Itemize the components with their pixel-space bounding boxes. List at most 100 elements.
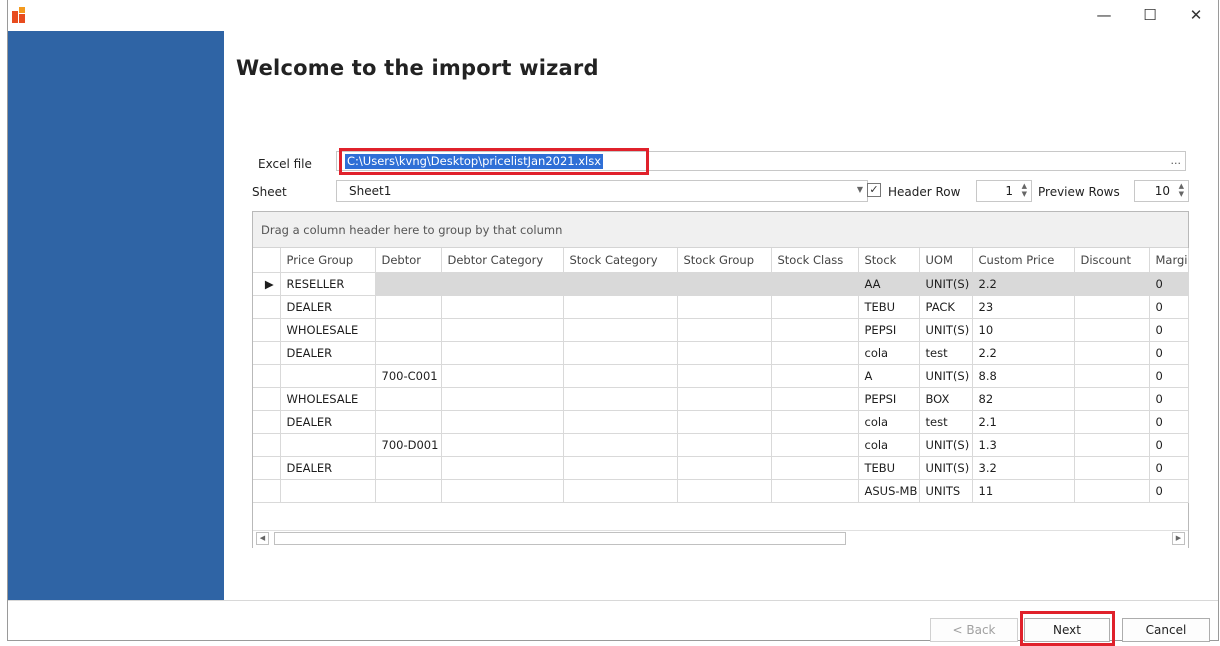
table-cell[interactable] (441, 410, 564, 434)
table-cell[interactable]: PEPSI (858, 387, 920, 411)
table-cell[interactable] (771, 318, 859, 342)
table-cell[interactable] (375, 479, 442, 503)
chevron-down-icon[interactable]: ▼ (857, 185, 863, 194)
table-row[interactable]: DEALER TEBU PACK 23 0 (253, 295, 1189, 319)
table-cell[interactable] (563, 318, 678, 342)
table-cell[interactable] (563, 272, 678, 296)
row-indicator[interactable] (253, 387, 281, 411)
table-cell[interactable] (1074, 479, 1150, 503)
table-cell[interactable] (375, 318, 442, 342)
table-cell[interactable] (441, 318, 564, 342)
table-cell[interactable] (441, 272, 564, 296)
close-icon[interactable]: ✕ (1173, 0, 1219, 31)
table-cell[interactable] (677, 410, 772, 434)
minimize-icon[interactable]: — (1081, 0, 1127, 31)
table-cell[interactable]: DEALER (280, 341, 376, 365)
table-row[interactable]: 700-D001 cola UNIT(S) 1.3 0 (253, 433, 1189, 457)
maximize-icon[interactable]: ☐ (1127, 0, 1173, 31)
table-cell[interactable]: TEBU (858, 295, 920, 319)
header-row-stepper[interactable]: 1 ▲ ▼ (976, 180, 1032, 202)
table-cell[interactable] (563, 456, 678, 480)
table-cell[interactable]: test (919, 410, 973, 434)
table-cell[interactable]: 0 (1149, 433, 1189, 457)
table-cell[interactable] (441, 364, 564, 388)
table-cell[interactable]: 10 (972, 318, 1075, 342)
row-indicator[interactable] (253, 410, 281, 434)
column-header[interactable]: Stock Category (563, 248, 678, 273)
table-row[interactable]: WHOLESALE PEPSI BOX 82 0 (253, 387, 1189, 411)
table-cell[interactable] (563, 479, 678, 503)
table-cell[interactable] (677, 387, 772, 411)
group-by-panel[interactable]: Drag a column header here to group by th… (253, 212, 1188, 248)
table-cell[interactable]: 3.2 (972, 456, 1075, 480)
row-indicator[interactable] (253, 318, 281, 342)
scroll-right-icon[interactable]: ▶ (1172, 532, 1185, 545)
table-cell[interactable]: WHOLESALE (280, 318, 376, 342)
table-cell[interactable]: 0 (1149, 456, 1189, 480)
row-indicator[interactable] (253, 479, 281, 503)
table-cell[interactable]: DEALER (280, 410, 376, 434)
table-cell[interactable]: 0 (1149, 318, 1189, 342)
table-cell[interactable] (771, 456, 859, 480)
table-cell[interactable] (1074, 433, 1150, 457)
table-cell[interactable] (677, 295, 772, 319)
column-header[interactable]: UOM (919, 248, 973, 273)
table-row[interactable]: DEALER cola test 2.2 0 (253, 341, 1189, 365)
table-row[interactable]: 700-C001 A UNIT(S) 8.8 0 (253, 364, 1189, 388)
table-cell[interactable]: 82 (972, 387, 1075, 411)
table-cell[interactable] (771, 272, 859, 296)
table-cell[interactable] (563, 410, 678, 434)
table-cell[interactable]: UNIT(S) (919, 456, 973, 480)
table-cell[interactable] (375, 456, 442, 480)
table-cell[interactable]: 2.2 (972, 341, 1075, 365)
table-cell[interactable]: 0 (1149, 410, 1189, 434)
table-cell[interactable] (1074, 456, 1150, 480)
column-header[interactable]: Stock (858, 248, 920, 273)
table-cell[interactable]: UNIT(S) (919, 272, 973, 296)
table-cell[interactable]: ASUS-MB (858, 479, 920, 503)
table-cell[interactable]: 2.1 (972, 410, 1075, 434)
table-cell[interactable] (441, 387, 564, 411)
table-cell[interactable]: 11 (972, 479, 1075, 503)
table-cell[interactable] (280, 364, 376, 388)
table-cell[interactable]: TEBU (858, 456, 920, 480)
table-cell[interactable]: UNIT(S) (919, 318, 973, 342)
table-cell[interactable]: 2.2 (972, 272, 1075, 296)
table-cell[interactable] (1074, 364, 1150, 388)
table-cell[interactable]: 0 (1149, 272, 1189, 296)
table-cell[interactable] (280, 479, 376, 503)
table-cell[interactable]: 0 (1149, 387, 1189, 411)
header-row-checkbox[interactable]: ✓ (867, 183, 881, 197)
table-cell[interactable]: 700-D001 (375, 433, 442, 457)
table-cell[interactable] (677, 433, 772, 457)
table-cell[interactable]: 0 (1149, 295, 1189, 319)
table-cell[interactable] (1074, 295, 1150, 319)
table-cell[interactable] (375, 295, 442, 319)
table-cell[interactable]: WHOLESALE (280, 387, 376, 411)
back-button[interactable]: < Back (930, 618, 1018, 642)
table-cell[interactable] (677, 479, 772, 503)
table-cell[interactable] (563, 295, 678, 319)
table-cell[interactable]: BOX (919, 387, 973, 411)
table-cell[interactable] (1074, 318, 1150, 342)
table-cell[interactable]: PEPSI (858, 318, 920, 342)
table-row[interactable]: DEALER TEBU UNIT(S) 3.2 0 (253, 456, 1189, 480)
scrollbar-thumb[interactable] (274, 532, 846, 545)
table-cell[interactable] (771, 295, 859, 319)
table-cell[interactable]: UNITS (919, 479, 973, 503)
table-cell[interactable]: 0 (1149, 341, 1189, 365)
table-cell[interactable] (677, 456, 772, 480)
table-cell[interactable] (1074, 272, 1150, 296)
table-cell[interactable] (677, 364, 772, 388)
preview-grid[interactable]: Drag a column header here to group by th… (252, 211, 1189, 548)
column-header[interactable]: Margi (1149, 248, 1189, 273)
table-cell[interactable]: DEALER (280, 295, 376, 319)
table-cell[interactable] (441, 456, 564, 480)
table-cell[interactable]: RESELLER (280, 272, 376, 296)
table-cell[interactable] (563, 341, 678, 365)
table-row[interactable]: ASUS-MB UNITS 11 0 (253, 479, 1189, 503)
table-cell[interactable] (771, 341, 859, 365)
table-cell[interactable] (563, 364, 678, 388)
table-cell[interactable] (771, 479, 859, 503)
table-cell[interactable] (677, 341, 772, 365)
